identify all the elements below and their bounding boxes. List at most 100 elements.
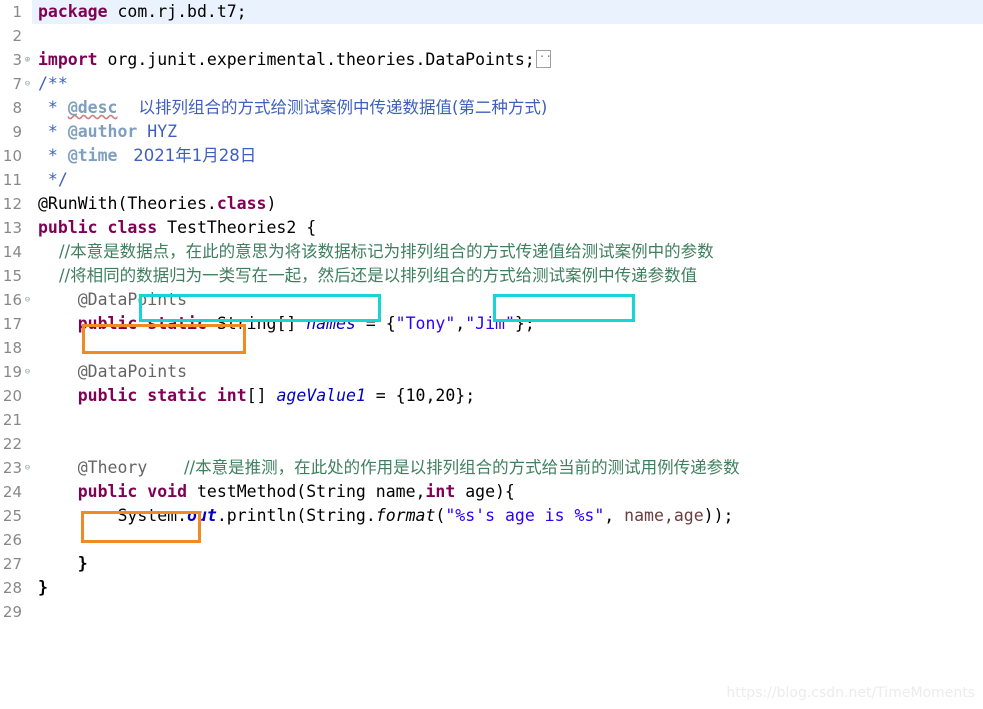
annotation-datapoints-1: @DataPoints	[38, 290, 188, 309]
code-line-29[interactable]	[32, 600, 983, 624]
array-brackets: []	[246, 386, 277, 405]
line-number: 16	[2, 291, 22, 309]
code-line-13[interactable]: public class TestTheories2 {	[32, 216, 983, 240]
method-args: name,age	[624, 506, 704, 525]
system-ref: System.	[117, 506, 188, 525]
fold-collapse-icon[interactable]: ⊖	[23, 296, 32, 305]
code-line-25[interactable]: System.out.println(String.format("%s's a…	[32, 504, 983, 528]
field-names: names	[306, 314, 356, 333]
format-string: "%s's age is %s"	[445, 506, 605, 525]
code-line-19[interactable]: @DataPoints	[32, 360, 983, 384]
method-signature-end: age){	[455, 482, 515, 501]
fold-collapse-icon[interactable]: ⊖	[23, 80, 32, 89]
keyword-import: import	[38, 50, 98, 69]
assign-values: = {10,20};	[365, 386, 476, 405]
package-name: com.rj.bd.t7;	[107, 2, 247, 21]
closing-brace-method: }	[38, 554, 88, 573]
javadoc-close: */	[38, 170, 68, 189]
line-number: 9	[12, 123, 22, 141]
code-line-18[interactable]	[32, 336, 983, 360]
code-line-16[interactable]: @DataPoints	[32, 288, 983, 312]
comment-line-23: //本意是推测，在此处的作用是以排列组合的方式给当前的测试用例传递参数	[147, 458, 740, 477]
keyword-class: class	[216, 194, 267, 213]
import-path: org.junit.experimental.theories.DataPoin…	[97, 50, 535, 69]
field-agevalue1: ageValue1	[276, 386, 366, 405]
code-line-2[interactable]	[32, 24, 983, 48]
code-line-26[interactable]	[32, 528, 983, 552]
keyword-public: public	[77, 386, 138, 405]
string-jim: "Jim"	[465, 314, 515, 333]
code-editor[interactable]: package com.rj.bd.t7; import org.junit.e…	[0, 0, 983, 709]
string-tony: "Tony"	[395, 314, 456, 333]
line-number: 13	[2, 219, 22, 237]
code-line-8[interactable]: * @desc 以排列组合的方式给测试案例中传递数据值(第二种方式)	[32, 96, 983, 120]
code-line-3[interactable]: import org.junit.experimental.theories.D…	[32, 46, 983, 72]
line-number: 1	[12, 3, 22, 21]
javadoc-tag-desc: @desc	[67, 98, 118, 117]
line-number: 20	[2, 387, 22, 405]
code-line-9[interactable]: * @author HYZ	[32, 120, 983, 144]
line-number: 28	[2, 579, 22, 597]
closing-brace-class: }	[38, 578, 48, 597]
keyword-package: package	[38, 2, 108, 21]
javadoc-author-text: HYZ	[137, 122, 178, 141]
keyword-public: public	[38, 218, 98, 237]
comment-line-15: //将相同的数据归为一类写在一起，然后还是以排列组合的方式给测试案例中传递参数值	[38, 266, 698, 285]
line-number: 23	[2, 459, 22, 477]
code-line-20[interactable]: public static int[] ageValue1 = {10,20};	[32, 384, 983, 408]
code-line-17[interactable]: public static String[] names = {"Tony","…	[32, 312, 983, 336]
folded-region-icon[interactable]	[535, 46, 552, 68]
line-number: 2	[12, 27, 22, 45]
fold-expand-icon[interactable]: ⊕	[23, 56, 32, 65]
code-line-7[interactable]: /**	[32, 72, 983, 96]
code-line-15[interactable]: //将相同的数据归为一类写在一起，然后还是以排列组合的方式给测试案例中传递参数值	[32, 264, 983, 288]
line-number: 27	[2, 555, 22, 573]
println-call: .println(String.	[216, 506, 376, 525]
code-line-1[interactable]: package com.rj.bd.t7;	[32, 0, 983, 24]
line-number: 3	[12, 51, 22, 69]
line-number: 17	[2, 315, 22, 333]
comma: ,	[604, 506, 625, 525]
line-number: 15	[2, 267, 22, 285]
line-number: 7	[12, 75, 22, 93]
javadoc-time-text: 2021年1月28日	[117, 146, 257, 165]
code-line-27[interactable]: }	[32, 552, 983, 576]
line-number: 24	[2, 483, 22, 501]
annotation-datapoints-2: @DataPoints	[38, 362, 188, 381]
javadoc-star: *	[38, 98, 68, 117]
line-number-gutter[interactable]: 1 2 3 ⊕ 7 ⊖ 8 9 10 11 12 13 14 15 16 ⊖ 1…	[0, 0, 32, 709]
keyword-static: static	[137, 314, 207, 333]
fold-collapse-icon[interactable]: ⊖	[23, 368, 32, 377]
line-number: 29	[2, 603, 22, 621]
javadoc-star: *	[38, 122, 68, 141]
line-number: 26	[2, 531, 22, 549]
code-line-24[interactable]: public void testMethod(String name,int a…	[32, 480, 983, 504]
keyword-int: int	[425, 482, 456, 501]
annotation-theory: @Theory	[38, 458, 148, 477]
line-number: 14	[2, 243, 22, 261]
code-line-12[interactable]: @RunWith(Theories.class)	[32, 192, 983, 216]
line-number: 18	[2, 339, 22, 357]
code-line-11[interactable]: */	[32, 168, 983, 192]
javadoc-tag-author: @author	[67, 122, 138, 141]
javadoc-tag-time: @time	[67, 146, 118, 165]
class-name: TestTheories2 {	[157, 218, 317, 237]
code-line-21[interactable]	[32, 408, 983, 432]
code-area[interactable]: package com.rj.bd.t7; import org.junit.e…	[32, 0, 983, 709]
code-line-10[interactable]: * @time 2021年1月28日	[32, 144, 983, 168]
code-line-23[interactable]: @Theory //本意是推测，在此处的作用是以排列组合的方式给当前的测试用例传…	[32, 456, 983, 480]
code-line-14[interactable]: //本意是数据点，在此的意思为将该数据标记为排列组合的方式传递值给测试案例中的参…	[32, 240, 983, 264]
javadoc-open: /**	[38, 74, 68, 93]
fold-collapse-icon[interactable]: ⊖	[23, 464, 32, 473]
watermark: https://blog.csdn.net/TimeMoments	[726, 685, 975, 701]
comma: ,	[455, 314, 466, 333]
method-signature: testMethod(String name,	[187, 482, 426, 501]
code-line-28[interactable]: }	[32, 576, 983, 600]
code-line-22[interactable]	[32, 432, 983, 456]
comment-line-14: //本意是数据点，在此的意思为将该数据标记为排列组合的方式传递值给测试案例中的参…	[38, 242, 714, 261]
